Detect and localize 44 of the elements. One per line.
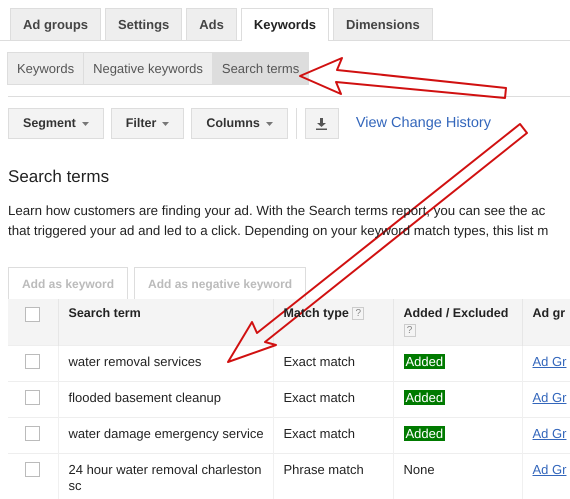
- tab[interactable]: Keywords: [240, 8, 329, 41]
- status-text: None: [404, 462, 435, 477]
- tab[interactable]: Ads: [186, 8, 237, 40]
- checkbox[interactable]: [25, 426, 40, 441]
- tab[interactable]: Ad groups: [10, 8, 101, 40]
- table-cell: Exact match: [273, 346, 393, 382]
- table-cell: 24 hour water removal charleston sc: [58, 454, 273, 499]
- column-header: Ad gr: [532, 306, 566, 320]
- caret-icon: [82, 122, 89, 126]
- ad-group-link[interactable]: Ad Gr: [532, 390, 566, 405]
- table-cell: Exact match: [273, 418, 393, 454]
- dropdown-button[interactable]: Columns: [191, 108, 288, 139]
- ad-group-link[interactable]: Ad Gr: [532, 426, 566, 441]
- subtab[interactable]: Negative keywords: [83, 52, 213, 85]
- section-heading: Search terms: [8, 167, 110, 187]
- column-header: Search term: [68, 306, 141, 320]
- help-icon[interactable]: ?: [404, 324, 416, 338]
- tab[interactable]: Dimensions: [333, 8, 433, 40]
- column-header: Added / Excluded: [404, 306, 508, 320]
- table-cell: Phrase match: [273, 454, 393, 499]
- table-cell: water damage emergency service: [58, 418, 273, 454]
- checkbox[interactable]: [25, 307, 40, 322]
- help-icon[interactable]: ?: [352, 307, 364, 320]
- table-cell: water removal services: [58, 346, 273, 382]
- subtab[interactable]: Keywords: [7, 52, 84, 85]
- checkbox[interactable]: [25, 462, 40, 477]
- change-history-link[interactable]: View Change History: [356, 112, 491, 134]
- status-badge: Added: [404, 354, 446, 369]
- tab[interactable]: Settings: [105, 8, 182, 40]
- status-badge: Added: [404, 426, 446, 441]
- table-cell: flooded basement cleanup: [58, 382, 273, 418]
- caret-icon: [162, 122, 170, 126]
- checkbox[interactable]: [25, 354, 40, 369]
- ad-group-link[interactable]: Ad Gr: [532, 354, 566, 369]
- dropdown-button[interactable]: Filter: [110, 108, 184, 139]
- checkbox[interactable]: [25, 390, 40, 405]
- download-button[interactable]: [304, 108, 339, 139]
- dropdown-button[interactable]: Segment: [8, 108, 104, 139]
- caret-icon: [266, 122, 273, 126]
- subtab[interactable]: Search terms: [212, 52, 310, 85]
- table-cell: Exact match: [273, 382, 393, 418]
- download-icon: [316, 118, 328, 130]
- status-badge: Added: [404, 390, 446, 405]
- ad-group-link[interactable]: Ad Gr: [532, 462, 566, 477]
